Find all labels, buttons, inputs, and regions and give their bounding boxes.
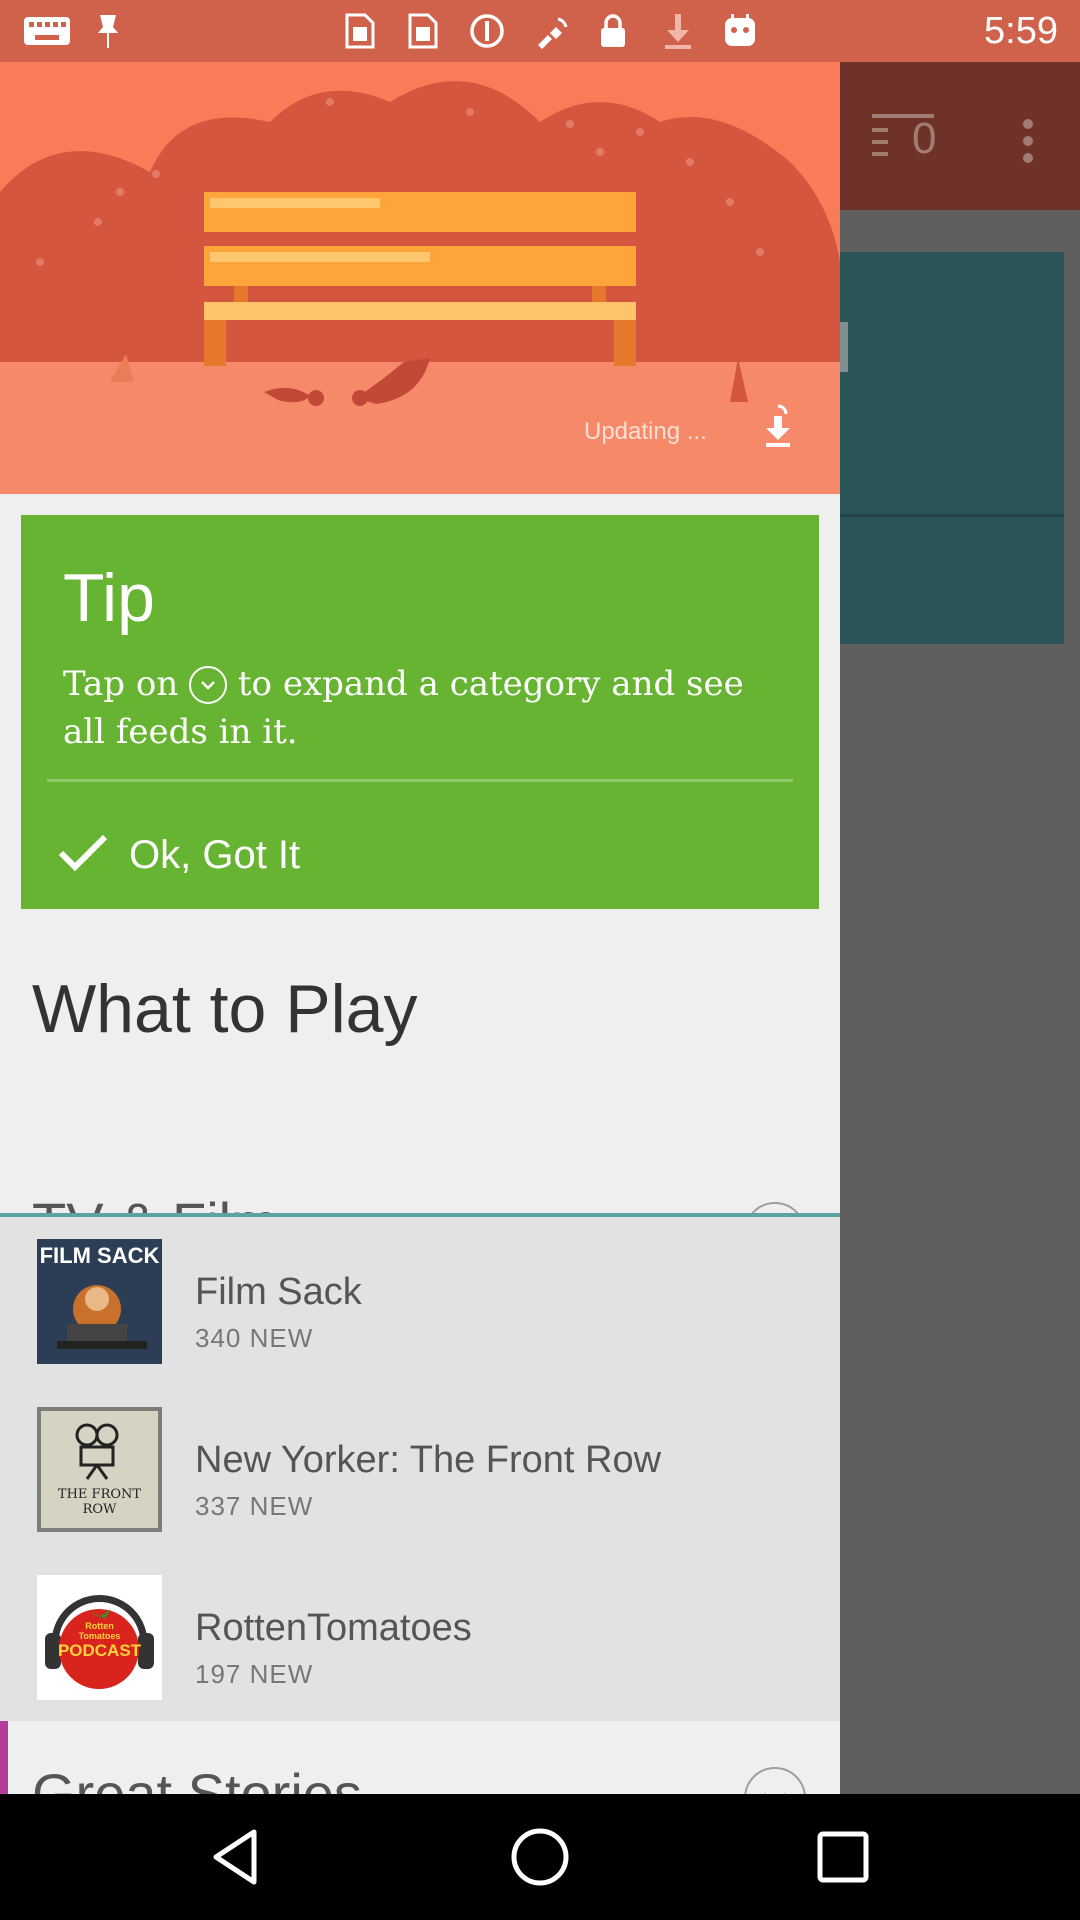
clock-time: 5:59: [984, 10, 1058, 52]
section-title: What to Play: [32, 971, 418, 1047]
thumb-text: THE FRONT ROW: [57, 1487, 142, 1517]
category-header-great-stories[interactable]: Great Stories: [0, 1721, 840, 1794]
thumb-text: FILM SACK: [39, 1243, 160, 1268]
tip-divider: [47, 779, 793, 782]
thumb-text: PODCAST: [57, 1641, 142, 1660]
download-icon[interactable]: [758, 402, 798, 450]
navigation-bar: [0, 1794, 1080, 1920]
park-bench-illustration: [0, 62, 840, 494]
tip-title: Tip: [63, 560, 155, 636]
feed-new-count: 337 NEW: [195, 1491, 314, 1521]
queue-count: 0: [912, 114, 937, 163]
navigation-drawer: Updating ... Tip Tap on to expand a cate…: [0, 62, 840, 1794]
sim-card-icon: [342, 13, 378, 49]
download-icon: [660, 14, 696, 49]
feed-name: New Yorker: The Front Row: [195, 1439, 662, 1481]
feed-thumbnail: FILM SACK: [37, 1239, 162, 1364]
tip-text: Tap on to expand a category and see all …: [63, 660, 783, 756]
list-item[interactable]: THE FRONT ROW New Yorker: The Front Row …: [0, 1385, 840, 1553]
feed-name: Film Sack: [195, 1271, 362, 1313]
status-bar: 5:59: [0, 0, 1080, 62]
android-icon: [720, 14, 760, 48]
sim-card-icon: [405, 13, 441, 49]
film-sack-art: [57, 1285, 147, 1349]
blocked-icon: [467, 14, 507, 48]
feed-new-count: 340 NEW: [195, 1323, 314, 1353]
drawer-header: Updating ...: [0, 62, 840, 494]
background-app-card: [840, 252, 1064, 644]
category-title: Great Stories: [32, 1762, 362, 1794]
chevron-down-icon: [189, 666, 228, 704]
tip-card: Tip Tap on to expand a category and see …: [21, 515, 819, 909]
recents-icon[interactable]: [810, 1824, 876, 1890]
category-accent-bar: [0, 1721, 8, 1794]
chevron-down-icon[interactable]: [744, 1767, 806, 1794]
background-app-toolbar: 0: [840, 62, 1080, 210]
feed-thumbnail: THE FRONT ROW: [37, 1407, 162, 1532]
feed-name: RottenTomatoes: [195, 1607, 472, 1649]
home-icon[interactable]: [507, 1824, 573, 1890]
feed-new-count: 197 NEW: [195, 1659, 314, 1689]
list-item[interactable]: FILM SACK Film Sack 340 NEW: [0, 1217, 840, 1385]
list-item[interactable]: Rotten Tomatoes PODCAST RottenTomatoes 1…: [0, 1553, 840, 1721]
update-status-text: Updating ...: [584, 418, 707, 445]
camera-icon: [75, 1423, 119, 1480]
ok-got-it-label: Ok, Got It: [129, 832, 301, 877]
back-icon[interactable]: [204, 1824, 270, 1890]
overflow-menu-icon[interactable]: [1016, 116, 1040, 166]
lock-icon: [595, 14, 631, 48]
feed-thumbnail: Rotten Tomatoes PODCAST: [37, 1575, 162, 1700]
thumb-text-top: Rotten Tomatoes: [78, 1621, 121, 1641]
tip-text-start: Tap on: [63, 664, 179, 704]
pin-icon: [90, 14, 126, 48]
feed-list: FILM SACK Film Sack 340 NEW THE FRONT RO…: [0, 1217, 840, 1721]
fake-gps-icon: [530, 14, 574, 49]
ok-got-it-button[interactable]: Ok, Got It: [57, 825, 457, 885]
keyboard-icon: [22, 14, 72, 48]
background-card-divider: [840, 514, 1064, 517]
background-card-marker: [840, 322, 848, 372]
check-icon: [57, 833, 109, 878]
